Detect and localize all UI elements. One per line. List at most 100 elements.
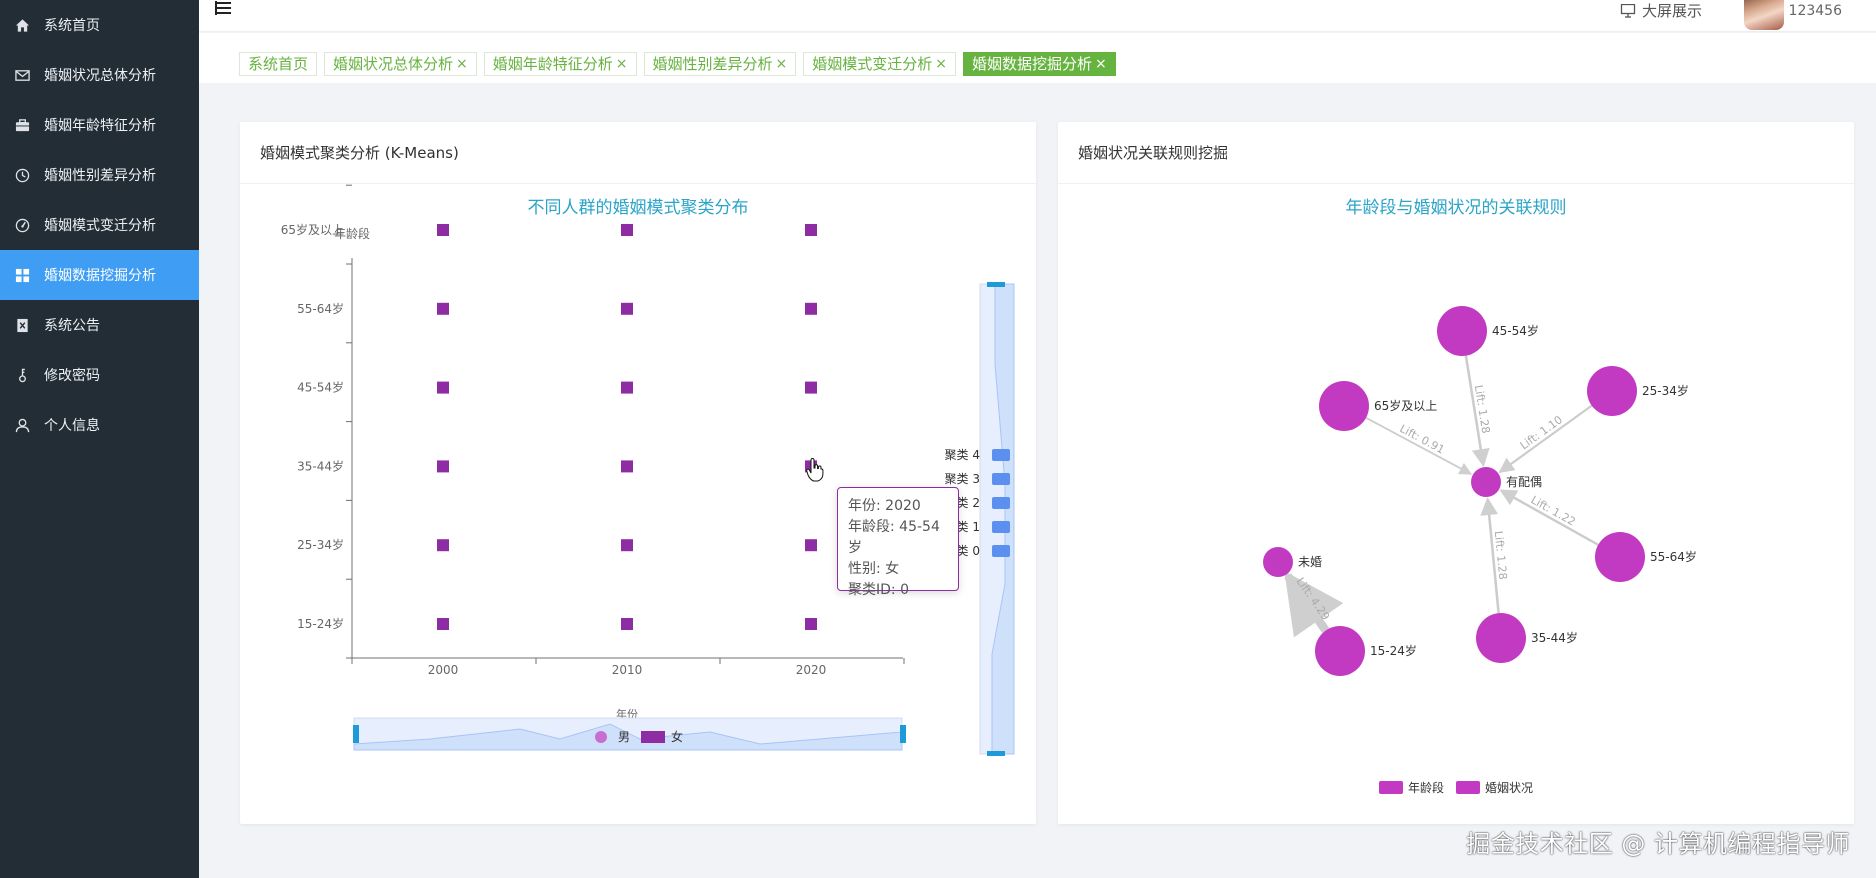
node-label: 有配偶 — [1506, 475, 1542, 489]
tab-close-icon[interactable]: × — [776, 53, 788, 75]
graph-node — [1471, 467, 1501, 497]
y-datazoom-handle-bottom — [987, 751, 1005, 756]
legend-male-symbol — [595, 731, 607, 743]
clock-icon — [14, 167, 30, 183]
tab-label: 婚姻性别差异分析 — [652, 55, 773, 73]
sidebar-item-label: 系统公告 — [44, 318, 100, 334]
big-screen-label: 大屏展示 — [1641, 2, 1702, 20]
sidebar-item-0[interactable]: 系统首页 — [0, 0, 199, 50]
sidebar-item-label: 婚姻数据挖掘分析 — [44, 268, 156, 284]
tab-4[interactable]: 婚姻模式变迁分析 × — [803, 52, 957, 76]
y-tick-label: 25-34岁 — [297, 537, 344, 552]
legend-age-label: 年龄段 — [1408, 780, 1444, 795]
menu-toggle-icon[interactable] — [215, 1, 231, 15]
tab-close-icon[interactable]: × — [1095, 53, 1107, 75]
sidebar-item-label: 系统首页 — [44, 18, 100, 34]
chart-title: 不同人群的婚姻模式聚类分布 — [528, 198, 749, 218]
cluster-panel-title: 婚姻模式聚类分析 (K-Means) — [240, 122, 1036, 184]
scatter-point — [805, 539, 817, 552]
y-tick-label: 45-54岁 — [297, 380, 344, 395]
visualmap-label: 聚类 4 — [945, 448, 980, 462]
edge-label: Lift: 1.10 — [1518, 413, 1565, 452]
hand-cursor-icon — [806, 458, 824, 482]
visualmap-block — [992, 521, 1010, 533]
sidebar-item-label: 个人信息 — [44, 418, 100, 434]
tab-5[interactable]: 婚姻数据挖掘分析 × — [963, 52, 1116, 76]
y-tick-label: 65岁及以上 — [281, 222, 344, 237]
graph-node — [1263, 547, 1293, 577]
sidebar-item-1[interactable]: 婚姻状况总体分析 — [0, 50, 199, 100]
sidebar-item-5[interactable]: 婚姻数据挖掘分析 — [0, 250, 199, 300]
sidebar-item-4[interactable]: 婚姻模式变迁分析 — [0, 200, 199, 250]
cluster-panel: 婚姻模式聚类分析 (K-Means) 不同人群的婚姻模式聚类分布 年龄段 15-24… — [240, 122, 1036, 824]
key-icon — [14, 367, 30, 383]
chart-title: 年龄段与婚姻状况的关联规则 — [1346, 198, 1567, 218]
graph-node — [1319, 381, 1369, 431]
sidebar-item-6[interactable]: 系统公告 — [0, 300, 199, 350]
scatter-point — [621, 539, 633, 552]
grid-icon — [14, 267, 30, 283]
tab-list: 系统首页 婚姻状况总体分析 × 婚姻年龄特征分析 × 婚姻性别差异分析 × 婚姻模式变迁分析 ×… — [239, 52, 1116, 76]
graph-edge — [1498, 404, 1593, 473]
tab-label: 婚姻模式变迁分析 — [812, 55, 933, 73]
visualmap-block — [992, 449, 1010, 461]
tab-2[interactable]: 婚姻年龄特征分析 × — [483, 52, 637, 76]
sidebar: 系统首页婚姻状况总体分析婚姻年龄特征分析 婚姻性别差异分析 婚姻模式变迁分析 婚姻数据… — [0, 0, 199, 878]
node-label: 35-44岁 — [1531, 630, 1578, 645]
association-graph-chart[interactable]: 年龄段与婚姻状况的关联规则Lift: 1.28 Lift: 1.10Lift: 0… — [1058, 184, 1854, 824]
sidebar-item-3[interactable]: 婚姻性别差异分析 — [0, 150, 199, 200]
node-label: 65岁及以上 — [1374, 398, 1437, 413]
sidebar-item-7[interactable]: 修改密码 — [0, 350, 199, 400]
tab-1[interactable]: 婚姻状况总体分析 × — [324, 52, 477, 76]
sidebar-item-label: 婚姻性别差异分析 — [44, 168, 156, 184]
big-screen-button[interactable]: 大屏展示 — [1620, 0, 1702, 21]
tooltip-line: 年龄段: 45-54岁 — [848, 519, 940, 556]
scatter-point — [437, 460, 449, 473]
scatter-point — [805, 618, 817, 630]
scatter-point — [621, 618, 633, 630]
graph-node — [1437, 306, 1487, 356]
user-icon — [14, 417, 30, 433]
x-tick-label: 2010 — [612, 663, 643, 677]
tab-close-icon[interactable]: × — [616, 53, 628, 75]
legend-status-symbol — [1456, 781, 1480, 794]
notice-icon — [14, 317, 30, 333]
legend-age-symbol — [1379, 781, 1403, 794]
node-label: 15-24岁 — [1370, 643, 1417, 658]
graph-node — [1315, 626, 1365, 676]
tab-0[interactable]: 系统首页 — [239, 52, 318, 76]
username[interactable]: 123456 — [1789, 3, 1842, 19]
scatter-point — [621, 302, 633, 315]
visualmap-label: 聚类 3 — [945, 472, 980, 486]
x-datazoom-handle-right — [900, 725, 906, 743]
graph-node — [1595, 532, 1645, 582]
association-panel-title: 婚姻状况关联规则挖掘 — [1058, 122, 1854, 184]
tab-label: 婚姻数据挖掘分析 — [972, 55, 1093, 73]
tab-close-icon[interactable]: × — [456, 53, 468, 75]
visualmap-block — [992, 545, 1010, 557]
scatter-point — [437, 224, 449, 236]
y-tick-label: 35-44岁 — [297, 458, 344, 473]
tab-close-icon[interactable]: × — [935, 53, 947, 75]
sidebar-item-8[interactable]: 个人信息 — [0, 400, 199, 450]
scatter-point — [437, 618, 449, 630]
legend-status-label: 婚姻状况 — [1485, 780, 1533, 795]
visualmap-block — [992, 473, 1010, 485]
node-label: 25-34岁 — [1642, 383, 1689, 398]
x-tick-label: 2000 — [428, 663, 459, 677]
tab-bar: 系统首页 婚姻状况总体分析 × 婚姻年龄特征分析 × 婚姻性别差异分析 × 婚姻模式变迁分析 ×… — [199, 33, 1876, 83]
sidebar-item-2[interactable]: 婚姻年龄特征分析 — [0, 100, 199, 150]
x-tick-label: 2020 — [796, 663, 827, 677]
sidebar-item-label: 婚姻年龄特征分析 — [44, 118, 156, 134]
graph-node — [1587, 366, 1637, 416]
node-label: 45-54岁 — [1492, 323, 1539, 338]
graph-edge — [1365, 416, 1473, 475]
sidebar-item-label: 修改密码 — [44, 368, 100, 384]
sidebar-item-label: 婚姻模式变迁分析 — [44, 218, 156, 234]
avatar[interactable] — [1744, 0, 1784, 30]
top-bar: 大屏展示 123456 — [199, 0, 1876, 32]
scatter-point — [437, 302, 449, 315]
scatter-point — [621, 460, 633, 473]
visualmap-block — [992, 497, 1010, 509]
tab-3[interactable]: 婚姻性别差异分析 × — [643, 52, 797, 76]
